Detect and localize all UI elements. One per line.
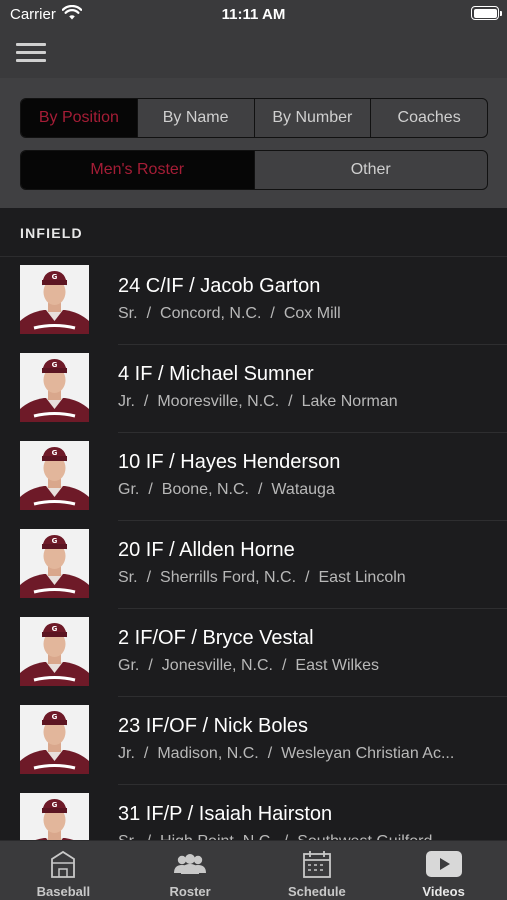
tab-by-position[interactable]: By Position bbox=[21, 99, 138, 137]
player-row[interactable]: G 10 IF / Hayes Henderson Gr. / Boone, N.C… bbox=[0, 433, 507, 521]
player-school: Lake Norman bbox=[301, 393, 398, 410]
tab-baseball[interactable]: Baseball bbox=[0, 841, 127, 900]
player-title: 2 IF/OF / Bryce Vestal bbox=[118, 627, 314, 649]
player-year: Sr. bbox=[118, 569, 138, 586]
tab-by-number[interactable]: By Number bbox=[255, 99, 372, 137]
tab-schedule[interactable]: Schedule bbox=[254, 841, 381, 900]
player-details: Gr. / Boone, N.C. / Watauga bbox=[118, 481, 498, 499]
navigation-bar bbox=[0, 28, 507, 78]
separator-2: / bbox=[305, 569, 310, 586]
player-row[interactable]: G 2 IF/OF / Bryce Vestal Gr. / Jonesville,… bbox=[0, 609, 507, 697]
player-title: 23 IF/OF / Nick Boles bbox=[118, 715, 309, 737]
status-bar: Carrier 11:11 AM bbox=[0, 0, 507, 28]
separator-1: / bbox=[148, 657, 153, 674]
separator-1: / bbox=[146, 569, 152, 586]
player-title: 4 IF / Michael Sumner bbox=[118, 363, 314, 385]
player-year: Sr. bbox=[118, 833, 138, 840]
calendar-icon bbox=[302, 851, 331, 878]
player-row[interactable]: G 31 IF/P / Isaiah Hairston Sr. / High Poi… bbox=[0, 785, 507, 840]
separator-2: / bbox=[270, 305, 275, 322]
player-row[interactable]: G 4 IF / Michael Sumner Jr. / Mooresville,… bbox=[0, 345, 507, 433]
svg-text:G: G bbox=[52, 449, 58, 457]
player-year: Gr. bbox=[118, 657, 140, 674]
tab-label: Schedule bbox=[287, 884, 346, 899]
tab-label: Baseball bbox=[36, 884, 91, 899]
tab-mens-roster[interactable]: Men's Roster bbox=[21, 151, 255, 189]
player-photo: G bbox=[20, 793, 89, 840]
player-hometown: Concord, N.C. bbox=[160, 305, 262, 322]
svg-text:G: G bbox=[52, 713, 58, 721]
player-title: 10 IF / Hayes Henderson bbox=[118, 451, 341, 473]
tab-by-name[interactable]: By Name bbox=[138, 99, 255, 137]
player-year: Jr. bbox=[118, 393, 135, 410]
svg-text:G: G bbox=[52, 801, 58, 809]
player-details: Jr. / Mooresville, N.C. / Lake Norman bbox=[118, 393, 498, 411]
hamburger-menu-icon[interactable] bbox=[16, 43, 46, 63]
video-play-icon bbox=[425, 851, 462, 877]
player-school: Wesleyan Christian Ac... bbox=[281, 745, 455, 762]
separator-1: / bbox=[143, 745, 149, 762]
tab-videos[interactable]: Videos bbox=[380, 841, 507, 900]
player-year: Sr. bbox=[118, 305, 138, 322]
separator-1: / bbox=[147, 833, 151, 840]
roster-list[interactable]: INFIELD G 24 C/IF / Jacob Garton Sr. / Con… bbox=[0, 208, 507, 840]
player-row[interactable]: G 24 C/IF / Jacob Garton Sr. / Concord, N.… bbox=[0, 257, 507, 345]
player-school: Southwest Guilford bbox=[297, 833, 432, 840]
stadium-icon bbox=[51, 850, 76, 878]
player-details: Sr. / Concord, N.C. / Cox Mill bbox=[118, 305, 498, 323]
svg-text:G: G bbox=[52, 273, 58, 281]
svg-text:G: G bbox=[52, 537, 58, 545]
player-details: Gr. / Jonesville, N.C. / East Wilkes bbox=[118, 657, 498, 675]
separator-2: / bbox=[284, 833, 288, 840]
svg-text:G: G bbox=[52, 625, 58, 633]
player-photo: G bbox=[20, 265, 89, 334]
section-header-infield: INFIELD bbox=[0, 208, 507, 257]
player-row[interactable]: G 20 IF / Allden Horne Sr. / Sherrills For… bbox=[0, 521, 507, 609]
separator-2: / bbox=[281, 657, 287, 674]
player-details: Sr. / High Point, N.C. / Southwest Guilford bbox=[118, 833, 498, 840]
bottom-tab-bar: Baseball Roster Schedule Videos bbox=[0, 840, 507, 900]
separator-2: / bbox=[257, 481, 263, 498]
separator-2: / bbox=[267, 745, 273, 762]
player-title: 20 IF / Allden Horne bbox=[118, 539, 295, 561]
player-year: Jr. bbox=[118, 745, 135, 762]
player-school: East Wilkes bbox=[295, 657, 379, 674]
player-details: Jr. / Madison, N.C. / Wesleyan Christian Ac.… bbox=[118, 745, 498, 763]
player-title: 24 C/IF / Jacob Garton bbox=[118, 275, 321, 297]
player-school: Cox Mill bbox=[283, 305, 341, 322]
player-photo: G bbox=[20, 705, 89, 774]
tab-roster[interactable]: Roster bbox=[127, 841, 254, 900]
player-hometown: Sherrills Ford, N.C. bbox=[160, 569, 297, 586]
tab-other[interactable]: Other bbox=[255, 151, 488, 189]
player-year: Gr. bbox=[118, 481, 140, 498]
svg-text:G: G bbox=[52, 361, 58, 369]
separator-1: / bbox=[143, 393, 149, 410]
player-hometown: Boone, N.C. bbox=[161, 481, 249, 498]
player-school: East Lincoln bbox=[318, 569, 406, 586]
player-hometown: Madison, N.C. bbox=[157, 745, 259, 762]
player-photo: G bbox=[20, 353, 89, 422]
player-school: Watauga bbox=[271, 481, 335, 498]
battery-icon bbox=[471, 6, 502, 20]
player-row[interactable]: G 23 IF/OF / Nick Boles Jr. / Madison, N.C… bbox=[0, 697, 507, 785]
player-photo: G bbox=[20, 529, 89, 598]
roster-segmented-control: Men's Roster Other bbox=[20, 150, 488, 190]
player-hometown: Mooresville, N.C. bbox=[157, 393, 280, 410]
separator-2: / bbox=[288, 393, 293, 410]
player-photo: G bbox=[20, 617, 89, 686]
clock: 11:11 AM bbox=[221, 6, 286, 23]
player-hometown: Jonesville, N.C. bbox=[161, 657, 273, 674]
player-title: 31 IF/P / Isaiah Hairston bbox=[118, 803, 333, 825]
separator-1: / bbox=[148, 481, 153, 498]
tab-label: Videos bbox=[422, 884, 465, 899]
tab-coaches[interactable]: Coaches bbox=[371, 99, 487, 137]
filter-controls: By Position By Name By Number Coaches Me… bbox=[0, 78, 507, 208]
sort-segmented-control: By Position By Name By Number Coaches bbox=[20, 98, 488, 138]
player-photo: G bbox=[20, 441, 89, 510]
player-details: Sr. / Sherrills Ford, N.C. / East Lincoln bbox=[118, 569, 498, 587]
player-hometown: High Point, N.C. bbox=[160, 833, 275, 840]
tab-label: Roster bbox=[169, 884, 211, 899]
people-icon bbox=[174, 854, 207, 874]
separator-1: / bbox=[146, 305, 152, 322]
